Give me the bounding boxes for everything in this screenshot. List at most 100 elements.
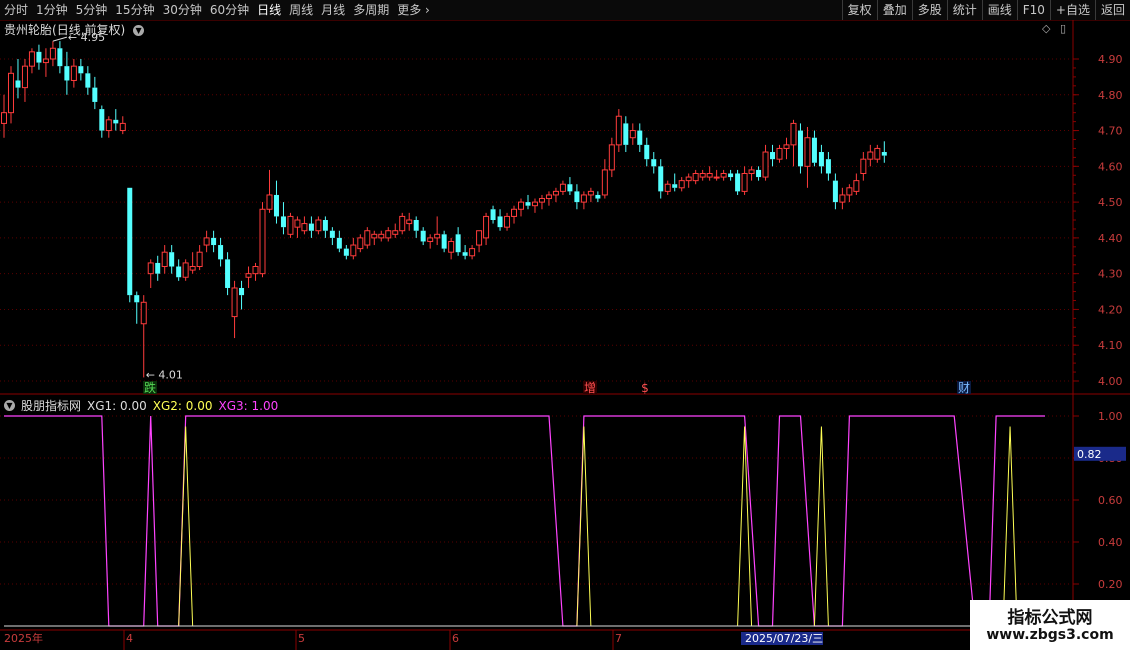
date-label: 6 — [452, 632, 459, 645]
candle-body — [70, 65, 77, 81]
candle-body — [748, 169, 755, 174]
candle-body — [105, 119, 112, 132]
event-marker: 财 — [958, 381, 970, 395]
candle-body — [832, 180, 838, 203]
candle-body — [57, 48, 63, 67]
candle-body — [99, 109, 105, 131]
candle-body — [559, 183, 566, 192]
candle-body — [364, 230, 371, 246]
candle-body — [658, 166, 664, 192]
candle-body — [525, 202, 531, 206]
candle-body — [839, 194, 846, 203]
candle-body — [756, 169, 762, 178]
candle-body — [811, 137, 817, 163]
chevron-down-icon[interactable]: ▼ — [4, 400, 15, 411]
candle-body — [399, 215, 406, 232]
candle-body — [92, 87, 98, 102]
candle-body — [511, 208, 518, 217]
candle-body — [371, 233, 378, 239]
price-tick-label: 4.20 — [1098, 303, 1123, 316]
candle-body — [350, 244, 357, 257]
candle-body — [664, 183, 671, 192]
candle-body — [818, 152, 824, 167]
indicator-name: 股朋指标网 — [21, 399, 82, 413]
candle-body — [545, 194, 552, 200]
candle-body — [266, 194, 273, 210]
stock-name: 贵州轮胎 — [4, 23, 53, 37]
indicator-tick-label: 1.00 — [1098, 410, 1123, 423]
price-tick-label: 4.30 — [1098, 268, 1123, 281]
price-tick-label: 4.90 — [1098, 53, 1123, 66]
candle-body — [294, 219, 301, 228]
candle-body — [776, 147, 783, 160]
candle-body — [203, 237, 210, 246]
candle-body — [469, 248, 476, 257]
candle-body — [587, 190, 594, 196]
candle-body — [406, 219, 413, 225]
watermark-title: 指标公式网 — [1007, 608, 1093, 628]
candle-body — [189, 266, 196, 271]
candle-body — [434, 233, 441, 239]
candle-body — [147, 262, 154, 275]
highlight-date: 2025/07/23/三 — [745, 632, 823, 645]
price-tick-label: 4.70 — [1098, 125, 1123, 138]
xg3-line — [4, 415, 1045, 627]
date-label: 5 — [298, 632, 305, 645]
candle-body — [448, 240, 455, 253]
candle-body — [728, 173, 734, 178]
date-label: 7 — [615, 632, 622, 645]
panel-toggle-icon[interactable]: ▯ — [1060, 22, 1066, 35]
candle-body — [735, 173, 741, 192]
candle-body — [552, 190, 559, 196]
candle-body — [567, 184, 573, 192]
candle-body — [385, 230, 392, 239]
candle-body — [623, 123, 629, 145]
candle-body — [615, 115, 622, 146]
candle-body — [315, 219, 322, 232]
candle-body — [196, 251, 203, 268]
candle-body — [336, 237, 342, 249]
candle-body — [783, 144, 790, 149]
candle-body — [378, 233, 385, 239]
candle-body — [280, 216, 286, 228]
candle-body — [860, 158, 867, 174]
candle-body — [574, 191, 580, 203]
cursor-value: 0.82 — [1077, 448, 1102, 461]
indicator-header: ▼ 股朋指标网 XG1: 0.00 XG2: 0.00 XG3: 1.00 — [4, 398, 278, 414]
candle-body — [538, 198, 545, 203]
candle-body — [804, 137, 811, 167]
indicator-tick-label: 0.60 — [1098, 494, 1123, 507]
candle-body — [741, 172, 748, 192]
diamond-icon[interactable]: ◇ — [1042, 22, 1050, 35]
candle-body — [231, 287, 238, 318]
candle-body — [595, 194, 601, 199]
chart-title: 贵州轮胎(日线,前复权) ▼ — [4, 22, 145, 38]
candle-body — [36, 51, 42, 63]
candle-body — [518, 201, 525, 210]
candle-body — [49, 47, 56, 60]
kline-chart[interactable]: 4.90 4.80 4.70 4.60 4.50 4.40 4.30 4.20 4.10 4.00… — [0, 0, 1130, 650]
candle-body — [699, 172, 706, 178]
candle-body — [182, 262, 189, 278]
candle-body — [259, 208, 266, 275]
candle-body — [427, 237, 434, 242]
candle-body — [273, 194, 279, 217]
candle-body — [483, 215, 490, 239]
candle-body — [531, 201, 538, 207]
candle-body — [629, 130, 636, 139]
candle-body — [770, 152, 776, 160]
candle-body — [476, 230, 483, 246]
xg1-value: XG1: 0.00 — [87, 399, 147, 413]
candle-body — [392, 230, 399, 235]
candle-body — [881, 152, 887, 156]
chevron-down-icon[interactable]: ▼ — [133, 25, 145, 36]
low-annotation: ← 4.01 — [146, 368, 183, 381]
candle-body — [239, 287, 245, 296]
candle-body — [867, 151, 874, 160]
event-marker: 增 — [584, 381, 596, 395]
date-label: 2025年 — [4, 631, 43, 645]
candle-body — [846, 187, 853, 196]
candle-body — [853, 180, 860, 192]
candle-body — [685, 176, 692, 182]
xg3-value: XG3: 1.00 — [218, 399, 279, 413]
